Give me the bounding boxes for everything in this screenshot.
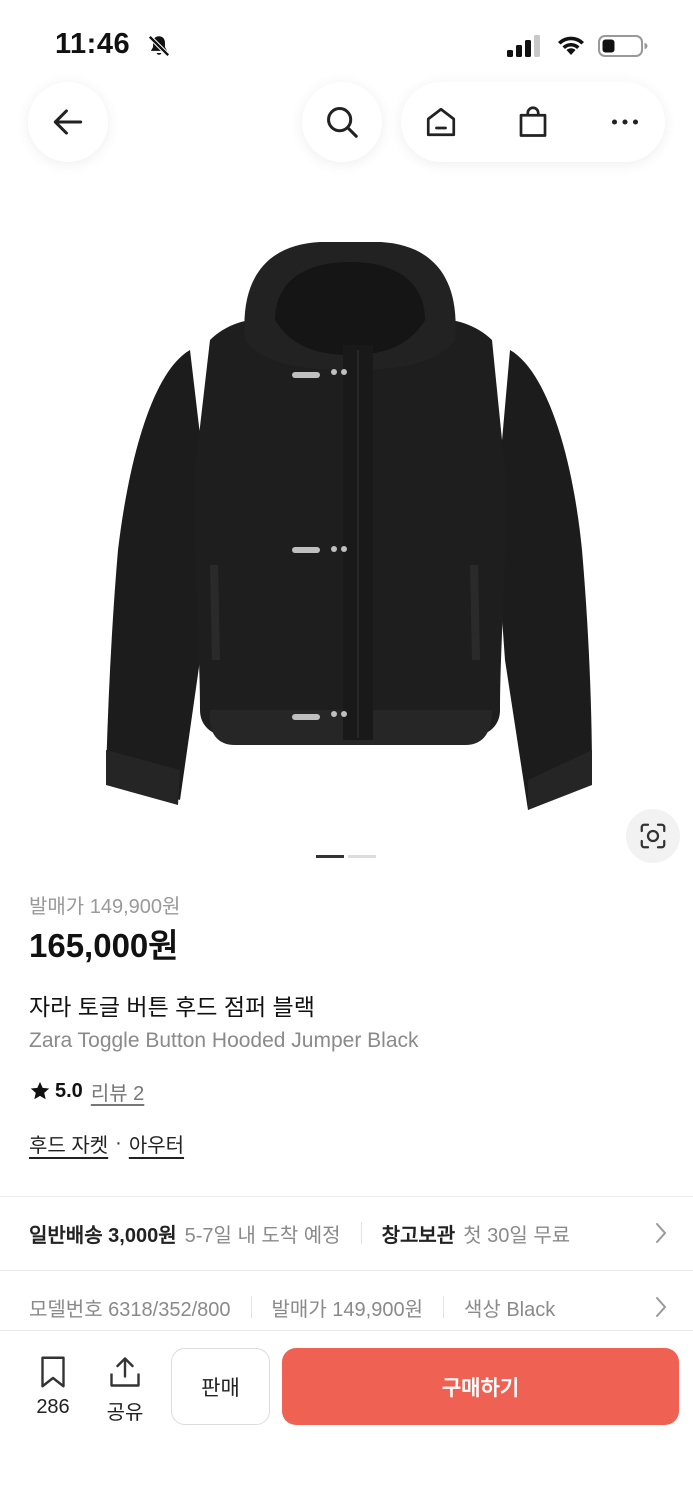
storage-info: 첫 30일 무료 [463, 1224, 571, 1247]
signal-icon [507, 35, 540, 57]
bell-slash-icon [148, 35, 170, 57]
row-separator [250, 1296, 252, 1318]
status-time: 11:46 [55, 28, 131, 60]
home-button[interactable] [421, 102, 461, 142]
release-price: 발매가 149,900원 [29, 896, 181, 918]
divider [0, 1330, 693, 1331]
reviews-link[interactable]: 리뷰 2 [91, 1077, 144, 1106]
arrow-left-icon [53, 109, 83, 135]
back-button[interactable] [28, 82, 108, 162]
rating-score: 5.0 [55, 1079, 83, 1102]
category-separator: · [115, 1131, 122, 1154]
search-icon [327, 107, 358, 138]
search-button[interactable] [302, 82, 382, 162]
model-number: 모델번호 6318/352/800 [29, 1298, 231, 1321]
nav-action-group [401, 82, 665, 162]
detail-release-price: 발매가 149,900원 [271, 1298, 423, 1321]
lens-scan-icon [640, 823, 666, 849]
current-price: 165,000원 [29, 927, 179, 964]
shopping-bag-icon [519, 106, 547, 137]
pagination-dot-active[interactable] [316, 855, 344, 858]
bookmark-icon [41, 1356, 65, 1388]
share-label: 공유 [106, 1402, 144, 1424]
star-icon [30, 1081, 50, 1100]
image-search-button[interactable] [626, 809, 680, 863]
status-bar: 11:46 [0, 0, 693, 80]
home-icon [426, 107, 456, 137]
row-separator [442, 1296, 444, 1318]
category-link-hood-jacket[interactable]: 후드 자켓 [29, 1129, 108, 1158]
bottom-action-bar: 286 공유 판매 구매하기 [0, 1330, 693, 1500]
cart-button[interactable] [513, 102, 553, 142]
shipping-eta: 5-7일 내 도착 예정 [184, 1224, 341, 1247]
divider [0, 1270, 693, 1271]
product-name-ko: 자라 토글 버튼 후드 점퍼 블랙 [29, 994, 315, 1020]
product-info: 발매가 149,900원 165,000원 자라 토글 버튼 후드 점퍼 블랙 … [29, 890, 669, 1160]
storage-label: 창고보관 [381, 1224, 456, 1247]
share-button[interactable]: 공유 [100, 1354, 150, 1425]
rating-row: 5.0 리뷰 2 [29, 1074, 669, 1108]
product-name-en: Zara Toggle Button Hooded Jumper Black [29, 1029, 419, 1052]
detail-color: 색상 Black [463, 1298, 556, 1321]
more-icon [611, 119, 639, 125]
top-navigation [0, 82, 693, 164]
divider [0, 1196, 693, 1197]
row-separator [360, 1222, 362, 1244]
pagination-dot[interactable] [348, 855, 376, 858]
image-pagination [316, 855, 378, 859]
shipping-label: 일반배송 3,000원 [29, 1224, 177, 1247]
chevron-right-icon [656, 1297, 667, 1317]
buy-button[interactable]: 구매하기 [282, 1348, 679, 1425]
shipping-row[interactable]: 일반배송 3,000원 5-7일 내 도착 예정 창고보관 첫 30일 무료 [29, 1198, 693, 1268]
more-button[interactable] [605, 102, 645, 142]
category-link-outer[interactable]: 아우터 [129, 1129, 184, 1158]
product-image[interactable] [60, 220, 640, 820]
bookmark-count: 286 [36, 1396, 70, 1418]
bookmark-button[interactable]: 286 [28, 1354, 78, 1419]
battery-icon [598, 35, 648, 57]
wifi-icon [558, 36, 584, 55]
share-icon [110, 1357, 140, 1387]
category-breadcrumb: 후드 자켓 · 아우터 [29, 1126, 669, 1160]
chevron-right-icon [656, 1223, 667, 1243]
sell-button[interactable]: 판매 [171, 1348, 270, 1425]
